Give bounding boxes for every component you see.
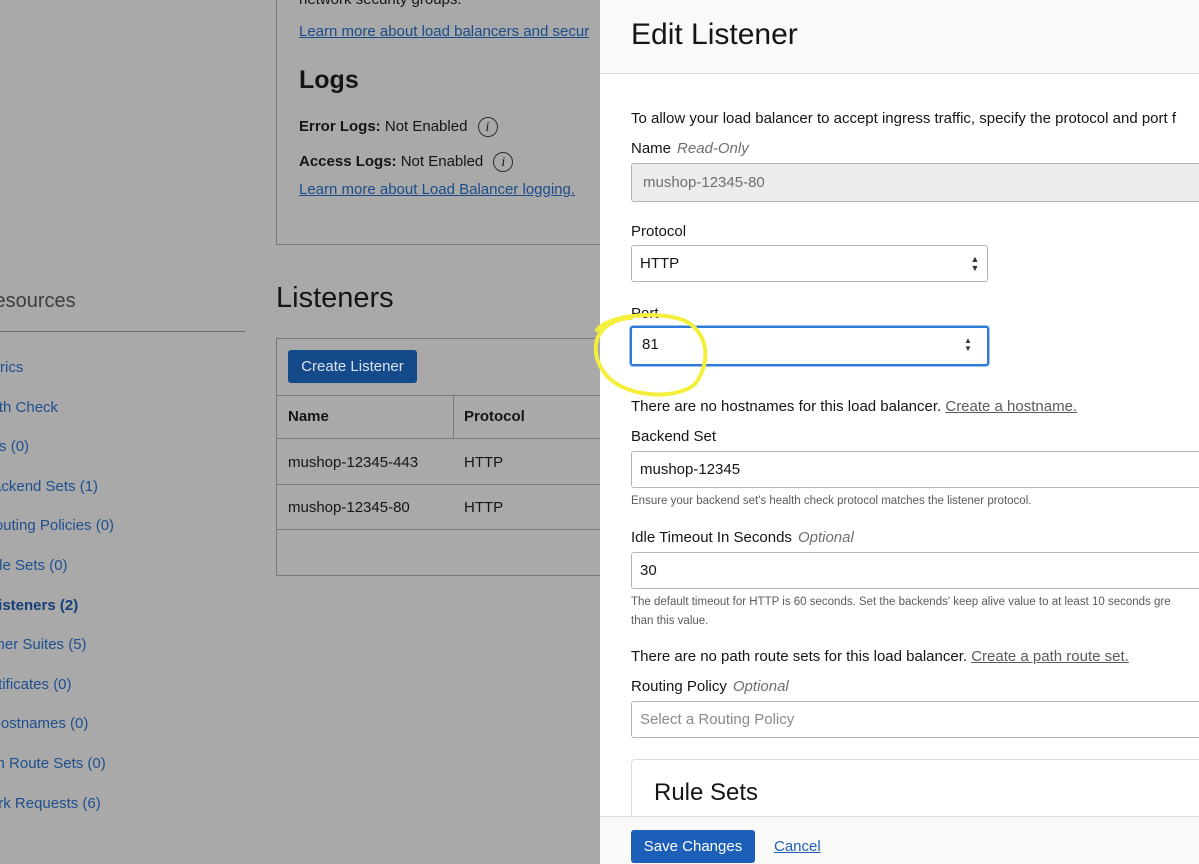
name-label: Name Read-Only bbox=[631, 140, 749, 157]
path-route-note: There are no path route sets for this lo… bbox=[631, 648, 1129, 665]
select-arrows-icon: ▲ ▼ bbox=[970, 254, 980, 273]
table-header: Name Protocol bbox=[277, 395, 617, 439]
protocol-label: Protocol bbox=[631, 223, 687, 240]
resource-item-health-check[interactable]: Health Check bbox=[0, 399, 58, 416]
resource-item-routing-policies[interactable]: Routing Policies (0) bbox=[0, 517, 114, 534]
row-name-cell: mushop-12345-443 bbox=[288, 454, 419, 471]
resources-divider bbox=[0, 331, 245, 332]
column-divider bbox=[453, 395, 454, 439]
create-path-route-link[interactable]: Create a path route set. bbox=[971, 648, 1129, 665]
info-icon[interactable]: i bbox=[477, 117, 498, 137]
read-only-hint: Read-Only bbox=[677, 140, 749, 157]
edit-listener-panel: Edit Listener To allow your load balance… bbox=[600, 0, 1199, 864]
access-logs-label: Access Logs: bbox=[299, 152, 397, 170]
learn-more-nsg-link[interactable]: Learn more about load balancers and secu… bbox=[299, 23, 589, 40]
row-name-cell: mushop-12345-80 bbox=[288, 499, 410, 516]
listeners-heading: Listeners bbox=[276, 282, 394, 314]
name-field: mushop-12345-80 bbox=[631, 163, 1199, 202]
resource-item-listeners[interactable]: Listeners (2) bbox=[0, 597, 78, 614]
resource-item-work-requests[interactable]: Work Requests (6) bbox=[0, 795, 101, 812]
panel-header: Edit Listener bbox=[600, 0, 1199, 74]
routing-policy-label-text: Routing Policy bbox=[631, 678, 727, 695]
routing-policy-select[interactable]: Select a Routing Policy bbox=[631, 701, 1199, 738]
idle-timeout-input[interactable]: 30 bbox=[631, 552, 1199, 589]
row-protocol-cell: HTTP bbox=[464, 454, 504, 471]
hostnames-note-text: There are no hostnames for this load bal… bbox=[631, 398, 942, 415]
learn-more-logging-link[interactable]: Learn more about Load Balancer logging. bbox=[299, 181, 575, 198]
error-logs-value: Not Enabled bbox=[384, 117, 468, 135]
resource-item-rule-sets[interactable]: Rule Sets (0) bbox=[0, 557, 68, 574]
spinner-arrows-icon[interactable]: ▲ ▼ bbox=[963, 337, 973, 355]
table-row: mushop-12345-80 HTTP bbox=[277, 485, 617, 530]
resource-item-logs[interactable]: Logs (0) bbox=[0, 438, 29, 455]
column-header-protocol[interactable]: Protocol bbox=[464, 396, 525, 438]
port-label: Port bbox=[631, 305, 659, 322]
idle-timeout-label-text: Idle Timeout In Seconds bbox=[631, 529, 792, 546]
backend-set-help: Ensure your backend set's health check p… bbox=[631, 495, 1032, 507]
resource-item-certificates[interactable]: Certificates (0) bbox=[0, 676, 72, 693]
resource-item-cipher-suites[interactable]: Cipher Suites (5) bbox=[0, 636, 87, 653]
name-label-text: Name bbox=[631, 140, 672, 157]
port-value: 81 bbox=[642, 336, 659, 353]
hostnames-note: There are no hostnames for this load bal… bbox=[631, 398, 1077, 415]
panel-title: Edit Listener bbox=[631, 18, 798, 51]
row-protocol-cell: HTTP bbox=[464, 499, 504, 516]
rule-sets-title: Rule Sets bbox=[654, 779, 759, 806]
backend-set-label: Backend Set bbox=[631, 428, 717, 445]
resource-item-hostnames[interactable]: Hostnames (0) bbox=[0, 715, 88, 732]
resource-item-backend-sets[interactable]: Backend Sets (1) bbox=[0, 478, 98, 495]
cancel-link[interactable]: Cancel bbox=[774, 838, 821, 855]
access-logs-value: Not Enabled bbox=[400, 152, 484, 170]
backend-set-select[interactable]: mushop-12345 bbox=[631, 451, 1199, 488]
protocol-select[interactable]: HTTP ▲ ▼ bbox=[631, 245, 988, 282]
optional-hint: Optional bbox=[797, 529, 854, 546]
intro-text: To allow your load balancer to accept in… bbox=[631, 110, 1177, 127]
optional-hint: Optional bbox=[732, 678, 789, 695]
resource-item-metrics[interactable]: Metrics bbox=[0, 359, 23, 376]
logs-heading: Logs bbox=[299, 66, 359, 94]
table-row: mushop-12345-443 HTTP bbox=[277, 440, 617, 485]
info-icon[interactable]: i bbox=[493, 152, 514, 172]
create-hostname-link[interactable]: Create a hostname. bbox=[945, 398, 1077, 415]
column-header-name[interactable]: Name bbox=[288, 396, 329, 438]
resource-item-path-route-sets[interactable]: Path Route Sets (0) bbox=[0, 755, 106, 772]
error-logs-row: Error Logs: Not Enabled i bbox=[299, 117, 498, 137]
idle-timeout-help-cont: than this value. bbox=[631, 615, 709, 627]
routing-policy-label: Routing Policy Optional bbox=[631, 678, 789, 695]
panel-footer: Save Changes Cancel bbox=[600, 816, 1199, 864]
resources-title: Resources bbox=[0, 290, 76, 312]
save-changes-button[interactable]: Save Changes bbox=[631, 830, 755, 863]
idle-timeout-label: Idle Timeout In Seconds Optional bbox=[631, 529, 854, 546]
access-logs-row: Access Logs: Not Enabled i bbox=[299, 152, 514, 172]
error-logs-label: Error Logs: bbox=[299, 117, 381, 135]
protocol-value: HTTP bbox=[640, 255, 680, 272]
path-route-note-text: There are no path route sets for this lo… bbox=[631, 648, 968, 665]
idle-timeout-help: The default timeout for HTTP is 60 secon… bbox=[631, 596, 1171, 608]
port-input[interactable]: 81 ▲ ▼ bbox=[630, 326, 989, 366]
create-listener-button[interactable]: Create Listener bbox=[288, 350, 417, 383]
